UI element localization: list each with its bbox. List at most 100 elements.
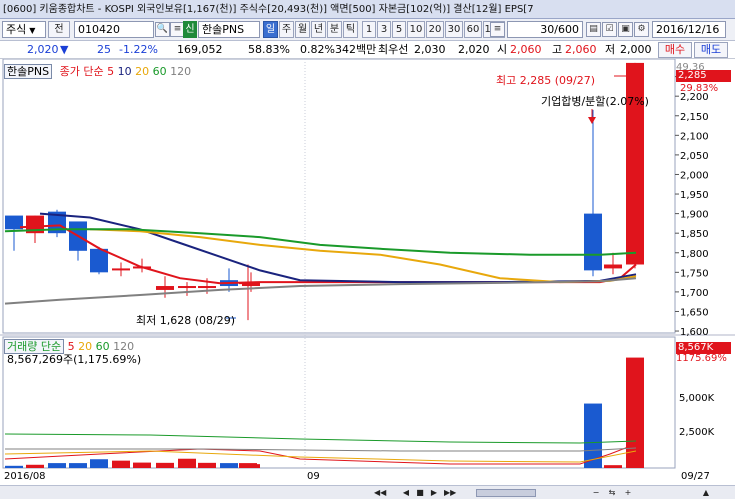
current-price-pct: 29.83% [680,83,719,94]
ma20-label: 20 [135,65,150,78]
checkbox-icon[interactable]: ☑ [602,22,617,37]
interval-button[interactable]: 30 [445,21,463,38]
y-tick-label: 1,800 [680,249,709,260]
price-change: 25 [97,43,111,56]
prev-button[interactable]: 전 [48,21,70,38]
price-change-pct: -1.22% [119,43,158,56]
high-label: 고 [552,43,563,56]
y-tick-label: 1,650 [680,307,709,318]
y-tick-label: 1,900 [680,210,709,221]
best-ask: 2,030 [414,43,446,56]
scroll-prev-icon[interactable]: ◀ [400,487,412,499]
y-tick-label: 2,100 [680,131,709,142]
candle-body [156,286,174,290]
period-button[interactable]: 틱 [343,21,358,38]
high-annotation: 최고 2,285 (09/27) [496,74,596,87]
date-input[interactable]: 2016/12/16 [652,21,726,38]
best-ask-label: 최우선 [378,43,409,56]
current-price-marker: 2,285 [676,70,731,82]
chart-icon[interactable]: ▤ [586,22,601,37]
price-volume-chart[interactable]: 1,600 1,650 1,700 1,750 1,800 1,850 1,900 1,950… [0,59,735,485]
more-icon[interactable]: ▲ [700,487,712,499]
volume-bar [156,462,174,468]
y-tick-label: 1,950 [680,190,709,201]
market-select[interactable]: 주식 ▼ [2,21,46,38]
interval-button[interactable]: 10 [407,21,425,38]
change-arrow-icon: ▼ [60,43,69,56]
chart-area[interactable]: 1,600 1,650 1,700 1,750 1,800 1,850 1,900 1,950… [0,59,735,499]
volume-bar [198,462,216,468]
quote-bar: 2,020 ▼ 25 -1.22% 169,052 58.83% 0.82% 3… [0,41,735,59]
volume-bar [26,464,44,468]
scroll-thumb[interactable] [476,489,536,497]
volume-bar [178,458,196,468]
y-tick-label: 1,750 [680,268,709,279]
market-select-value: 주식 [6,23,27,36]
period-button[interactable]: 주 [279,21,294,38]
period-button[interactable]: 분 [327,21,342,38]
interval-button[interactable]: 1 [362,21,376,38]
y-tick-label: 2,000 [680,170,709,181]
settings-icon[interactable]: ≡ [490,22,505,37]
volume: 169,052 [177,43,223,56]
interval-button[interactable]: 20 [426,21,444,38]
x-axis-end: 09/27 [681,471,710,482]
low-annotation: 최저 1,628 (08/29) [136,314,236,327]
scroll-next-icon[interactable]: ▶ [428,487,440,499]
stock-label: 한솔PNS [4,64,53,79]
y-tick-label: 2,150 [680,112,709,123]
volume-bar [239,463,257,468]
best-bid: 2,020 [458,43,490,56]
volume-ratio: 58.83% [248,43,290,56]
zoom-reset-icon[interactable]: ⇆ [606,487,618,499]
interval-button[interactable]: 3 [377,21,391,38]
ma5-label: 5 [107,65,115,78]
period-button[interactable]: 일 [263,21,278,38]
save-icon[interactable]: ▣ [618,22,633,37]
scroll-stop-icon[interactable]: ■ [414,487,426,499]
candle-body [198,286,216,289]
period-button[interactable]: 년 [311,21,326,38]
volume-bar [48,463,66,468]
candle-body [584,213,602,271]
current-volume-pct: 1175.69% [676,353,727,364]
interval-button[interactable]: 60 [464,21,482,38]
interval-button[interactable]: 5 [392,21,406,38]
chart-scrollbar[interactable]: ◀◀ ◀ ■ ▶ ▶▶ − ⇆ + ▲ [0,485,735,499]
open-label: 시 [497,43,508,56]
x-axis-mid: 09 [307,471,320,482]
gear-icon[interactable]: ⚙ [634,22,649,37]
y-tick-label: 1,600 [680,327,709,338]
volume-bar [69,463,87,468]
open-price: 2,060 [510,43,542,56]
candle-body [178,286,196,289]
volume-bar [133,462,151,468]
search-icon[interactable]: 🔍 [155,22,170,37]
price-legend: 한솔PNS 종가 단순 5 10 20 60 120 [4,63,191,79]
current-price: 2,020 [27,43,59,56]
stock-badge: 신 [183,21,197,38]
ma10-label: 10 [117,65,132,78]
scroll-last-icon[interactable]: ▶▶ [444,487,456,499]
x-axis-start: 2016/08 [4,471,46,482]
volume-summary: 8,567,269주(1,175.69%) [7,353,142,366]
zoom-in-icon[interactable]: + [622,487,634,499]
zoom-out-icon[interactable]: − [590,487,602,499]
period-button[interactable]: 월 [295,21,310,38]
chevron-down-icon: ▼ [29,26,36,35]
stock-code-value: 010420 [78,23,120,36]
volume-tick-2500k: 2,500K [679,427,715,438]
candle-body [112,268,130,271]
low-label: 저 [605,43,616,56]
volume-bar [112,460,130,468]
sell-button[interactable]: 매도 [694,42,728,58]
ma60-label: 60 [152,65,167,78]
stock-code-input[interactable]: 010420 [74,21,154,38]
display-count-input[interactable]: 30/600 [507,21,583,38]
volume-bar [5,465,23,468]
buy-button[interactable]: 매수 [658,42,692,58]
candle-body [604,264,622,269]
scroll-first-icon[interactable]: ◀◀ [374,487,386,499]
volume-bar [90,459,108,468]
volume-tick-5000k: 5,000K [679,393,715,404]
